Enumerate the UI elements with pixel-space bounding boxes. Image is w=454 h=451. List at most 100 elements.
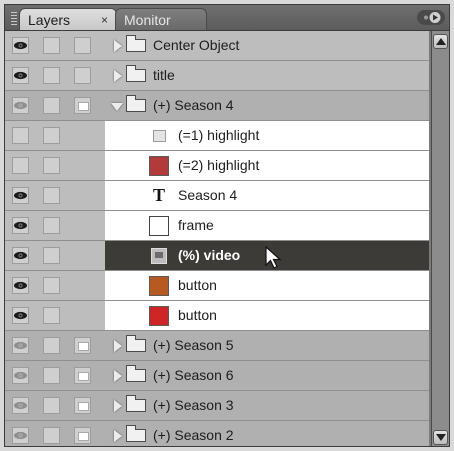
visibility-toggle[interactable] [12, 127, 29, 144]
layer-tag-box[interactable] [74, 337, 91, 354]
layer-row[interactable]: (=1) highlight [5, 121, 429, 151]
layer-controls [5, 421, 105, 446]
vertical-scrollbar[interactable] [431, 31, 449, 446]
visibility-toggle[interactable] [12, 37, 29, 54]
lock-box-icon[interactable] [43, 217, 60, 234]
scroll-thumb[interactable] [433, 53, 448, 425]
lock-box-icon[interactable] [43, 247, 60, 264]
layer-row[interactable]: button [5, 271, 429, 301]
layer-tag-box[interactable] [74, 367, 91, 384]
scroll-down-button[interactable] [433, 430, 448, 445]
eye-icon [13, 368, 28, 388]
visibility-toggle[interactable] [12, 97, 29, 114]
visibility-toggle[interactable] [12, 67, 29, 84]
lock-box-icon[interactable] [43, 157, 60, 174]
eye-icon [13, 188, 28, 208]
lock-box-icon[interactable] [43, 67, 60, 84]
layer-controls [5, 181, 105, 210]
layer-row[interactable]: button [5, 301, 429, 331]
layer-name-cell[interactable]: button [105, 301, 429, 330]
layer-controls [5, 91, 105, 120]
layer-row[interactable]: (=2) highlight [5, 151, 429, 181]
visibility-toggle[interactable] [12, 367, 29, 384]
visibility-toggle[interactable] [12, 217, 29, 234]
tag-marker-icon [78, 432, 89, 441]
layer-controls [5, 121, 105, 150]
layer-name-cell[interactable]: (+) Season 4 [105, 91, 429, 120]
lock-box-icon[interactable] [43, 37, 60, 54]
layer-tag-box[interactable] [74, 397, 91, 414]
lock-box-icon[interactable] [43, 187, 60, 204]
layer-name-cell[interactable]: (+) Season 2 [105, 421, 429, 446]
lock-box-icon[interactable] [43, 397, 60, 414]
layer-name-cell[interactable]: (=1) highlight [105, 121, 429, 150]
video-layer-icon [151, 248, 167, 264]
disclosure-triangle-closed-icon[interactable] [114, 400, 122, 412]
disclosure-triangle-open-icon[interactable] [111, 103, 123, 111]
layer-tag-box[interactable] [74, 427, 91, 444]
layer-name: button [178, 277, 217, 293]
layer-name-cell[interactable]: button [105, 271, 429, 300]
arrow-up-icon [436, 38, 446, 45]
folder-icon [126, 425, 146, 442]
disclosure-triangle-closed-icon[interactable] [114, 70, 122, 82]
disclosure-triangle-closed-icon[interactable] [114, 40, 122, 52]
layer-name-cell[interactable]: frame [105, 211, 429, 240]
visibility-toggle[interactable] [12, 397, 29, 414]
layer-group-row[interactable]: (+) Season 2 [5, 421, 429, 446]
eye-icon [13, 248, 28, 268]
layer-tag-box[interactable] [74, 37, 91, 54]
close-icon[interactable]: × [101, 9, 108, 31]
visibility-toggle[interactable] [12, 187, 29, 204]
visibility-toggle[interactable] [12, 307, 29, 324]
lock-box-icon[interactable] [43, 277, 60, 294]
layer-group-row[interactable]: Center Object [5, 31, 429, 61]
layer-name-cell[interactable]: (%) video [105, 241, 429, 270]
layer-row[interactable]: T Season 4 [5, 181, 429, 211]
tab-monitor[interactable]: Monitor [115, 8, 207, 30]
layer-name-cell[interactable]: (+) Season 5 [105, 331, 429, 360]
eye-icon [13, 98, 28, 118]
visibility-toggle[interactable] [12, 337, 29, 354]
layer-tag-box[interactable] [74, 67, 91, 84]
layer-group-row[interactable]: (+) Season 3 [5, 391, 429, 421]
disclosure-triangle-closed-icon[interactable] [114, 430, 122, 442]
layer-name-cell[interactable]: T Season 4 [105, 181, 429, 210]
tab-layers[interactable]: Layers × [19, 8, 117, 30]
layer-name-cell[interactable]: Center Object [105, 31, 429, 60]
folder-icon [126, 65, 146, 82]
panel-grip-icon[interactable] [11, 12, 17, 25]
layer-group-row[interactable]: (+) Season 6 [5, 361, 429, 391]
layer-row[interactable]: (%) video [5, 241, 429, 271]
scroll-up-button[interactable] [433, 34, 448, 49]
folder-icon [126, 335, 146, 352]
folder-icon [126, 365, 146, 382]
layer-row[interactable]: frame [5, 211, 429, 241]
visibility-toggle[interactable] [12, 427, 29, 444]
layer-group-row[interactable]: (+) Season 5 [5, 331, 429, 361]
layer-group-row[interactable]: title [5, 61, 429, 91]
layer-name: (+) Season 4 [153, 97, 234, 113]
disclosure-triangle-closed-icon[interactable] [114, 340, 122, 352]
layer-name-cell[interactable]: (+) Season 3 [105, 391, 429, 420]
layer-name: (+) Season 2 [153, 427, 234, 443]
tag-marker-icon [78, 342, 89, 351]
lock-box-icon[interactable] [43, 97, 60, 114]
layer-name-cell[interactable]: title [105, 61, 429, 90]
visibility-toggle[interactable] [12, 157, 29, 174]
layer-tag-box[interactable] [74, 97, 91, 114]
layer-controls [5, 391, 105, 420]
lock-box-icon[interactable] [43, 367, 60, 384]
visibility-toggle[interactable] [12, 247, 29, 264]
layer-name-cell[interactable]: (=2) highlight [105, 151, 429, 180]
disclosure-triangle-closed-icon[interactable] [114, 370, 122, 382]
lock-box-icon[interactable] [43, 307, 60, 324]
visibility-toggle[interactable] [12, 277, 29, 294]
lock-box-icon[interactable] [43, 427, 60, 444]
panel-menu-icon[interactable] [417, 10, 445, 25]
lock-box-icon[interactable] [43, 127, 60, 144]
layer-name-cell[interactable]: (+) Season 6 [105, 361, 429, 390]
layer-group-row[interactable]: (+) Season 4 [5, 91, 429, 121]
lock-box-icon[interactable] [43, 337, 60, 354]
eye-icon [13, 338, 28, 358]
